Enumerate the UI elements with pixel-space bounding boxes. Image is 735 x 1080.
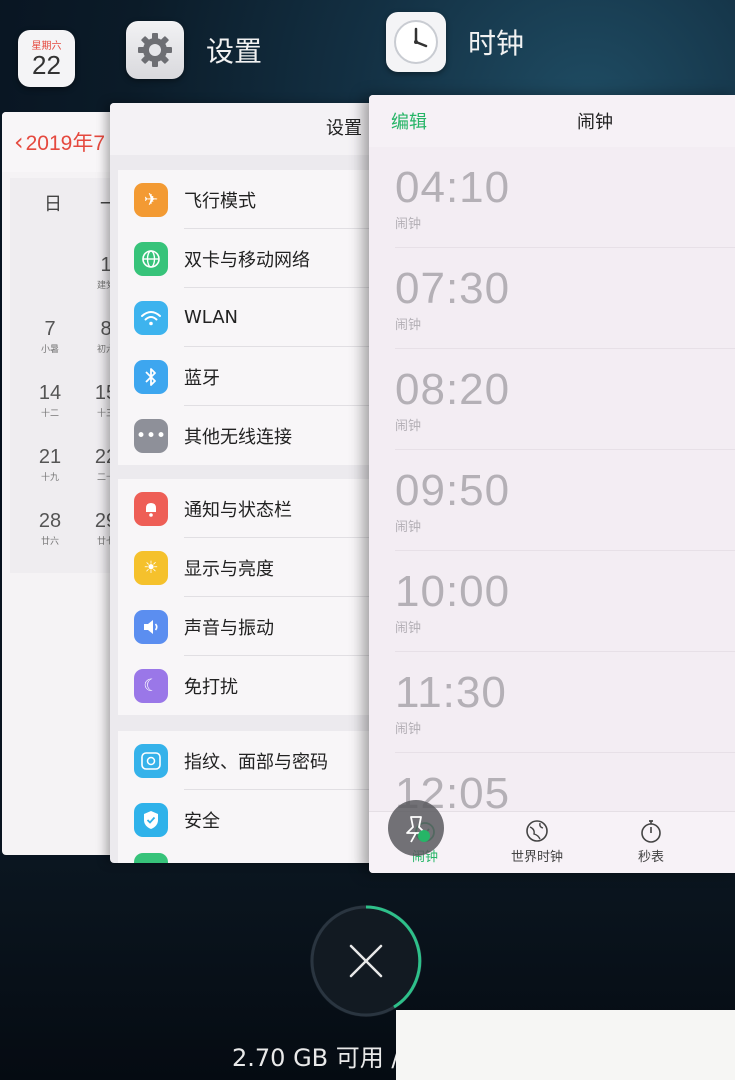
settings-item-security[interactable]: 安全 xyxy=(118,790,410,849)
calendar-day[interactable]: 7 小暑 xyxy=(30,318,70,355)
globe-icon xyxy=(134,241,168,276)
clock-card[interactable]: 编辑 闹钟 04:10 闹钟 07:30 闹钟 08:20 闹钟 09:50 闹… xyxy=(369,95,735,873)
settings-item-label: 飞行模式 xyxy=(184,190,256,212)
moon-icon: ☾ xyxy=(134,668,168,703)
lunar-label: 小暑 xyxy=(40,345,59,355)
alarm-time: 08:20 xyxy=(395,365,511,414)
settings-item-notifications[interactable]: 通知与状态栏 xyxy=(118,479,410,538)
lunar-label: 十九 xyxy=(40,473,59,483)
stopwatch-icon xyxy=(641,820,661,843)
back-chevron-icon[interactable]: ‹ xyxy=(14,128,24,156)
day-number: 7 xyxy=(44,318,56,340)
lunar-label: 十二 xyxy=(40,409,59,419)
alarm-time: 11:30 xyxy=(395,668,507,717)
settings-item-other-wireless[interactable]: ••• 其他无线连接 xyxy=(118,406,410,465)
clear-all-button[interactable] xyxy=(310,905,422,1017)
alarm-label: 闹钟 xyxy=(395,217,422,232)
alarm-label: 闹钟 xyxy=(395,520,422,535)
tab-label: 世界时钟 xyxy=(510,850,563,865)
airplane-icon: ✈ xyxy=(134,182,168,217)
bluetooth-icon xyxy=(134,359,168,394)
clock-title: 闹钟 xyxy=(577,112,613,133)
settings-group-security: 指纹、面部与密码 安全 xyxy=(118,731,410,863)
alarm-item[interactable]: 11:30 闹钟 xyxy=(395,652,735,753)
settings-item-display[interactable]: ☀ 显示与亮度 xyxy=(118,538,410,597)
notification-icon xyxy=(134,491,168,526)
alarm-label: 闹钟 xyxy=(395,722,422,737)
more-icon: ••• xyxy=(134,418,168,453)
clock-top-bar: 编辑 闹钟 xyxy=(369,95,735,147)
calendar-day[interactable]: 28 廿六 xyxy=(30,510,70,547)
settings-item-fingerprint[interactable]: 指纹、面部与密码 xyxy=(118,731,410,790)
settings-item-label: 其他无线连接 xyxy=(184,426,292,448)
gear-icon xyxy=(138,33,172,67)
settings-item-label: 指纹、面部与密码 xyxy=(184,751,328,773)
calendar-app-icon[interactable]: 星期六 22 xyxy=(18,30,75,87)
tab-label: 秒表 xyxy=(637,850,664,865)
speaker-icon xyxy=(134,609,168,644)
settings-item-bluetooth[interactable]: 蓝牙 xyxy=(118,347,410,406)
settings-item-label: 安全 xyxy=(184,810,220,832)
settings-app-icon[interactable] xyxy=(126,21,184,79)
lunar-label: 廿六 xyxy=(40,537,59,547)
clock-app-name: 时钟 xyxy=(468,27,525,60)
alarm-item[interactable]: 08:20 闹钟 xyxy=(395,349,735,450)
alarm-item[interactable]: 10:00 闹钟 xyxy=(395,551,735,652)
calendar-day[interactable]: 21 十九 xyxy=(30,446,70,483)
calendar-app-header[interactable]: 星期六 22 xyxy=(18,30,75,87)
settings-item-sound[interactable]: 声音与振动 xyxy=(118,597,410,656)
settings-item-airplane[interactable]: ✈ 飞行模式 xyxy=(118,170,410,229)
edit-button[interactable]: 编辑 xyxy=(391,108,427,134)
alarm-label: 闹钟 xyxy=(395,318,422,333)
clock-app-icon[interactable] xyxy=(386,12,446,72)
settings-item-label: 通知与状态栏 xyxy=(184,499,292,521)
weekday-header-sun: 日 xyxy=(44,194,62,215)
wifi-icon xyxy=(134,300,168,335)
day-number: 14 xyxy=(38,382,62,404)
alarm-item[interactable]: 07:30 闹钟 xyxy=(395,248,735,349)
settings-item-wlan[interactable]: WLAN xyxy=(118,288,410,347)
day-number: 28 xyxy=(38,510,62,532)
settings-title: 设置 xyxy=(110,103,410,155)
clock-app-header[interactable]: 时钟 xyxy=(386,12,524,72)
settings-card[interactable]: 设置 ✈ 飞行模式 双卡与移动网络 WLAN 蓝牙 ••• 其他无线连接 通知与… xyxy=(110,103,410,863)
alarm-label: 闹钟 xyxy=(395,621,422,636)
alarm-item[interactable]: 04:10 闹钟 xyxy=(395,147,735,248)
settings-item-dnd[interactable]: ☾ 免打扰 xyxy=(118,656,410,715)
settings-item-label: 免打扰 xyxy=(184,676,238,698)
calendar-month-title: 2019年7 xyxy=(25,132,106,155)
settings-item-label: 双卡与移动网络 xyxy=(184,249,310,271)
settings-item-label: 声音与振动 xyxy=(184,617,274,639)
day-number: 21 xyxy=(38,446,62,468)
fingerprint-icon xyxy=(134,743,168,778)
alarm-time: 10:00 xyxy=(395,567,511,616)
alarm-item[interactable]: 09:50 闹钟 xyxy=(395,450,735,551)
image-overlay-patch xyxy=(396,1010,735,1080)
partial-green-icon xyxy=(134,853,168,863)
clock-icon xyxy=(394,20,438,64)
settings-group-display: 通知与状态栏 ☀ 显示与亮度 声音与振动 ☾ 免打扰 xyxy=(118,479,410,715)
memory-available-text: 2.70 GB 可用 / xyxy=(232,1044,400,1072)
alarm-time: 04:10 xyxy=(395,163,511,212)
settings-item-label: WLAN xyxy=(184,307,239,328)
tab-stopwatch[interactable]: 秒表 xyxy=(611,818,691,865)
settings-item-dual-sim[interactable]: 双卡与移动网络 xyxy=(118,229,410,288)
shield-icon xyxy=(134,802,168,837)
globe-icon xyxy=(526,820,548,842)
settings-item-label: 蓝牙 xyxy=(184,367,220,389)
pin-check-icon xyxy=(406,816,430,843)
alarm-time: 07:30 xyxy=(395,264,511,313)
settings-app-name: 设置 xyxy=(206,35,263,68)
memory-ring-icon xyxy=(310,905,422,1017)
settings-group-network: ✈ 飞行模式 双卡与移动网络 WLAN 蓝牙 ••• 其他无线连接 xyxy=(118,170,410,465)
settings-app-header[interactable]: 设置 xyxy=(126,21,262,79)
settings-item-label: 显示与亮度 xyxy=(184,558,274,580)
alarm-label: 闹钟 xyxy=(395,419,422,434)
calendar-icon-day: 22 xyxy=(32,50,61,80)
alarm-time: 09:50 xyxy=(395,466,511,515)
tab-world-clock[interactable]: 世界时钟 xyxy=(497,818,577,865)
calendar-day[interactable]: 14 十二 xyxy=(30,382,70,419)
sun-icon: ☀ xyxy=(134,550,168,585)
floating-shortcut-button[interactable] xyxy=(388,800,444,856)
